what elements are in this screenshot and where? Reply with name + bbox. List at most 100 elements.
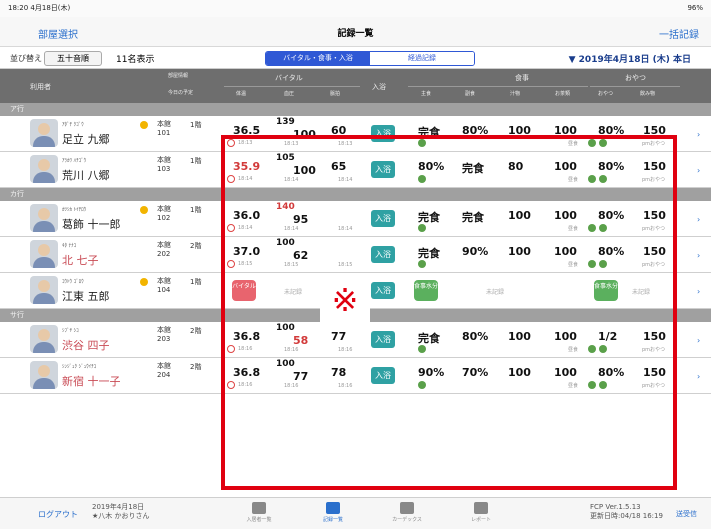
- avatar: [30, 240, 58, 268]
- user-name: 江東 五郎: [62, 290, 110, 303]
- record-time: 18:14: [284, 226, 299, 232]
- check-icon: [599, 224, 607, 232]
- bath-button[interactable]: 入浴: [371, 282, 395, 299]
- bp-low: 100: [293, 164, 316, 177]
- avatar: [30, 155, 58, 183]
- tab-kardex[interactable]: カーデックス: [392, 502, 422, 523]
- drink-value: 100: [554, 366, 577, 379]
- header-side: 副食: [465, 91, 476, 97]
- section-header-ka: カ行: [0, 188, 711, 201]
- bath-button[interactable]: 入浴: [371, 331, 395, 348]
- bp-high: 139: [276, 117, 295, 127]
- snack-drink-value: 150: [643, 366, 666, 379]
- table-row[interactable]: ｼﾌﾞﾔ ｼｺ 渋谷 四子 本館 203 2階 36.8 18:16 100 58 18:16 77…: [0, 322, 711, 358]
- bath-button[interactable]: 入浴: [371, 210, 395, 227]
- table-header: 利用者 部屋情報 今日の予定 バイタル 体温 血圧 脈拍 入浴 食事 主食 副食…: [0, 69, 711, 103]
- tab-progress-record[interactable]: 経過記録: [370, 52, 474, 65]
- tab-residents[interactable]: 入居者一覧: [244, 502, 274, 523]
- check-icon: [418, 139, 426, 147]
- header-vital: バイタル: [275, 74, 303, 82]
- table-row[interactable]: ｼﾝｼﾞｭｸ ｼﾞｭｳｲﾁｺ 新宿 十一子 本館 204 2階 36.8 18:16 100 7…: [0, 358, 711, 394]
- check-icon: [588, 345, 596, 353]
- unrecorded-label: 未記録: [632, 289, 651, 296]
- snack-button[interactable]: 食事水分: [594, 280, 618, 301]
- check-icon: [227, 381, 235, 389]
- tab-report[interactable]: レポート: [466, 502, 496, 523]
- logout-button[interactable]: ログアウト: [38, 509, 78, 520]
- table-row[interactable]: ｶﾂｼｶ ﾄｲﾁﾛｳ 葛飾 十一郎 本館 102 1階 36.0 18:14 140 95 18:…: [0, 201, 711, 237]
- chevron-right-icon[interactable]: ›: [697, 166, 700, 175]
- snack-drink-value: 150: [643, 124, 666, 137]
- floor-label: 2階: [190, 327, 202, 335]
- bp-low: 77: [293, 370, 309, 383]
- staple-value: 完食: [418, 211, 440, 224]
- chevron-right-icon[interactable]: ›: [697, 372, 700, 381]
- soup-value: 100: [508, 366, 531, 379]
- table-row[interactable]: ｱﾀﾞﾁ ｸｺﾞｳ 足立 九郷 本館 101 1階 36.5 18:13 139 100 18:1…: [0, 116, 711, 152]
- record-time: 18:14: [238, 176, 253, 182]
- room-info: 本館 102: [157, 205, 171, 222]
- chevron-right-icon[interactable]: ›: [697, 287, 700, 296]
- soup-value: 100: [508, 330, 531, 343]
- table-row[interactable]: ｷﾀ ﾅﾅｺ北 七子 本館 202 2階 37.0 18:15 100 62 18:15 18:1…: [0, 237, 711, 273]
- sync-button[interactable]: 送受信: [676, 509, 697, 519]
- chevron-right-icon[interactable]: ›: [697, 215, 700, 224]
- record-time: 18:13: [238, 140, 253, 146]
- check-icon: [418, 381, 426, 389]
- bp-low: 62: [293, 249, 309, 262]
- chevron-right-icon[interactable]: ›: [697, 251, 700, 260]
- snack-label: pmおやつ: [642, 226, 666, 232]
- bp-high: 100: [276, 323, 295, 333]
- reference-mark: ※: [320, 275, 370, 325]
- meal-button[interactable]: 食事水分: [414, 280, 438, 301]
- avatar: [30, 204, 58, 232]
- warning-icon: [140, 278, 148, 286]
- record-time: 18:14: [338, 226, 353, 232]
- bulk-record-button[interactable]: 一括記録: [659, 26, 699, 41]
- temp-value: 35.9: [233, 160, 261, 173]
- sort-button[interactable]: 五十音順: [44, 51, 102, 66]
- check-icon: [227, 345, 235, 353]
- section-header-a: ア行: [0, 103, 711, 116]
- record-time: 18:15: [284, 262, 299, 268]
- snack-drink-value: 150: [643, 160, 666, 173]
- status-time: 18:20 4月18日(木): [8, 4, 71, 12]
- check-icon: [588, 224, 596, 232]
- snack-drink-value: 150: [643, 209, 666, 222]
- bath-button[interactable]: 入浴: [371, 125, 395, 142]
- user-name: 北 七子: [62, 254, 99, 267]
- floor-label: 1階: [190, 206, 202, 214]
- side-value: 70%: [462, 366, 489, 379]
- meal-label: 昼食: [568, 226, 579, 232]
- chevron-right-icon[interactable]: ›: [697, 336, 700, 345]
- user-kana: ｱﾗｶﾜ ﾊﾁｺﾞｳ: [62, 158, 87, 164]
- floor-label: 2階: [190, 363, 202, 371]
- table-row[interactable]: ｱﾗｶﾜ ﾊﾁｺﾞｳ 荒川 八郷 本館 103 1階 35.9 18:14 105 100 18:…: [0, 152, 711, 188]
- unrecorded-label: 未記録: [284, 289, 303, 296]
- bath-button[interactable]: 入浴: [371, 367, 395, 384]
- vital-button[interactable]: バイタル: [232, 280, 256, 301]
- tab-vital-meal-bath[interactable]: バイタル・食事・入浴: [266, 52, 370, 65]
- header-room: 部屋情報: [168, 73, 189, 79]
- bp-high: 105: [276, 153, 295, 163]
- record-time: 18:14: [338, 177, 353, 183]
- staple-value: 90%: [418, 366, 445, 379]
- bath-button[interactable]: 入浴: [371, 161, 395, 178]
- pulse-value: 78: [331, 366, 347, 379]
- user-name: 渋谷 四子: [62, 339, 110, 352]
- check-icon: [588, 381, 596, 389]
- record-time: 18:14: [238, 225, 253, 231]
- battery-indicator: 96%: [687, 4, 703, 12]
- snack-value: 80%: [598, 160, 625, 173]
- snack-label: pmおやつ: [642, 262, 666, 268]
- tab-records[interactable]: 記録一覧: [318, 502, 348, 523]
- side-value: 80%: [462, 330, 489, 343]
- check-icon: [418, 175, 426, 183]
- bath-button[interactable]: 入浴: [371, 246, 395, 263]
- view-segmented-control: バイタル・食事・入浴 経過記録: [265, 51, 475, 66]
- chevron-right-icon[interactable]: ›: [697, 130, 700, 139]
- record-time: 18:16: [284, 383, 299, 389]
- user-kana: ｶﾂｼｶ ﾄｲﾁﾛｳ: [62, 207, 87, 213]
- date-selector[interactable]: ▼ 2019年4月18日 (木) 本日: [569, 52, 691, 65]
- records-icon: [326, 502, 340, 514]
